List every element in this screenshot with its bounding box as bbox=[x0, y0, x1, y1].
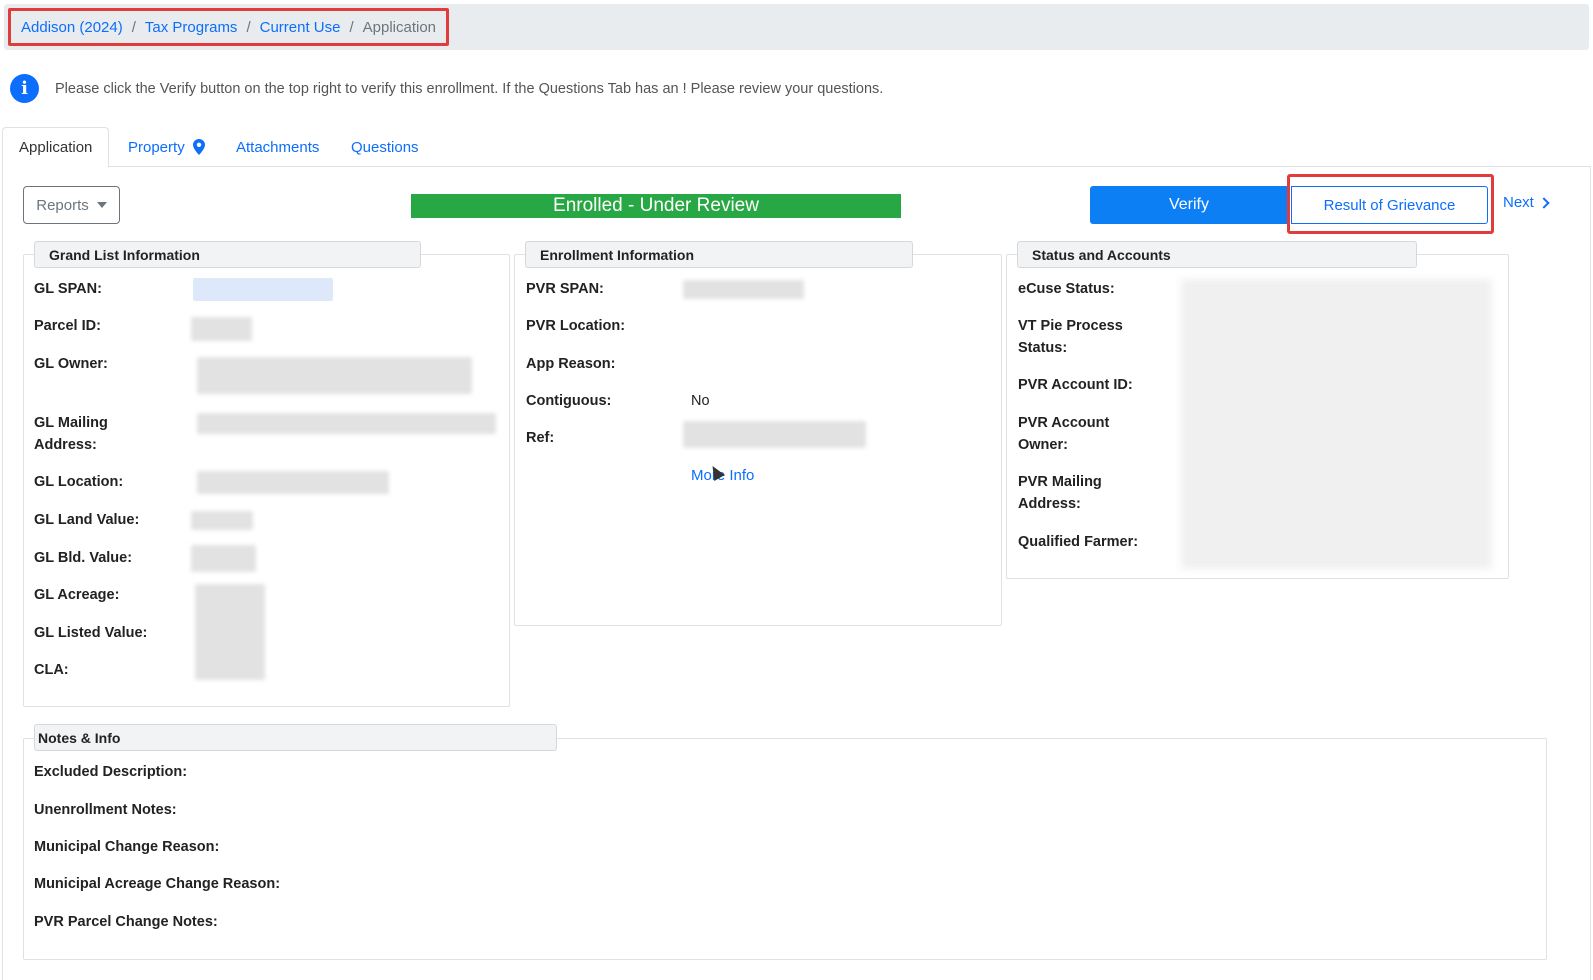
reports-dropdown-button[interactable]: Reports bbox=[23, 186, 120, 224]
ecuse-status-label: eCuse Status: bbox=[1018, 281, 1115, 297]
gl-span-value-redacted bbox=[193, 278, 333, 301]
info-message: Please click the Verify button on the to… bbox=[55, 80, 884, 97]
pvr-span-value-redacted bbox=[683, 280, 804, 299]
gl-acreage-listed-cla-values-redacted bbox=[195, 584, 265, 680]
gl-bld-value-redacted bbox=[191, 545, 256, 572]
tab-property[interactable]: Property bbox=[112, 127, 221, 167]
tab-label: Application bbox=[19, 139, 93, 156]
app-reason-label: App Reason: bbox=[526, 356, 616, 372]
pvr-location-label: PVR Location: bbox=[526, 318, 626, 334]
vt-pie-status-label: VT Pie Process Status: bbox=[1018, 318, 1123, 356]
notes-panel bbox=[23, 738, 1547, 960]
breadcrumb-separator: / bbox=[349, 18, 354, 36]
excluded-description-label: Excluded Description: bbox=[34, 764, 188, 780]
gl-land-value-redacted bbox=[191, 511, 253, 530]
gl-bld-value-label: GL Bld. Value: bbox=[34, 550, 133, 566]
breadcrumb-current: Application bbox=[362, 18, 437, 36]
gl-acreage-label: GL Acreage: bbox=[34, 587, 120, 603]
pvr-span-label: PVR SPAN: bbox=[526, 281, 604, 297]
next-link[interactable]: Next bbox=[1503, 194, 1550, 211]
pvr-account-id-label: PVR Account ID: bbox=[1018, 377, 1133, 393]
map-pin-icon bbox=[192, 139, 205, 155]
gl-location-value-redacted bbox=[197, 471, 389, 494]
contiguous-label: Contiguous: bbox=[526, 393, 612, 409]
contiguous-value: No bbox=[691, 393, 710, 409]
pvr-account-owner-label: PVR Account Owner: bbox=[1018, 415, 1110, 453]
status-values-redacted bbox=[1181, 279, 1492, 569]
enrollment-status-banner: Enrolled - Under Review bbox=[411, 194, 901, 218]
gl-owner-value-redacted bbox=[197, 357, 472, 394]
breadcrumb-separator: / bbox=[246, 18, 251, 36]
gl-listed-value-label: GL Listed Value: bbox=[34, 625, 148, 641]
tab-label: Attachments bbox=[236, 138, 320, 156]
parcel-id-label: Parcel ID: bbox=[34, 318, 101, 334]
breadcrumb-link-town[interactable]: Addison (2024) bbox=[21, 19, 123, 36]
caret-down-icon bbox=[96, 202, 107, 208]
verify-button[interactable]: Verify bbox=[1090, 186, 1288, 224]
pvr-mailing-label: PVR Mailing Address: bbox=[1018, 474, 1102, 512]
gl-mailing-label: GL Mailing Address: bbox=[34, 415, 108, 453]
tab-questions[interactable]: Questions bbox=[335, 127, 435, 167]
cla-label: CLA: bbox=[34, 662, 69, 678]
tab-label: Property bbox=[128, 138, 185, 156]
info-alert: i Please click the Verify button on the … bbox=[10, 74, 883, 103]
municipal-acreage-change-label: Municipal Acreage Change Reason: bbox=[34, 876, 281, 892]
tab-attachments[interactable]: Attachments bbox=[220, 127, 335, 167]
pvr-parcel-change-notes-label: PVR Parcel Change Notes: bbox=[34, 914, 218, 930]
municipal-change-reason-label: Municipal Change Reason: bbox=[34, 839, 220, 855]
gl-land-value-label: GL Land Value: bbox=[34, 512, 140, 528]
chevron-right-icon bbox=[1538, 196, 1550, 209]
tab-label: Questions bbox=[351, 138, 419, 156]
grand-list-title: Grand List Information bbox=[34, 241, 421, 268]
qualified-farmer-label: Qualified Farmer: bbox=[1018, 534, 1139, 550]
notes-title: Notes & Info bbox=[34, 724, 557, 751]
tab-application[interactable]: Application bbox=[2, 127, 110, 168]
breadcrumb: Addison (2024) / Tax Programs / Current … bbox=[8, 8, 450, 46]
breadcrumb-separator: / bbox=[131, 18, 136, 36]
next-label: Next bbox=[1503, 194, 1534, 211]
ref-value-redacted bbox=[683, 421, 866, 448]
breadcrumb-link-current-use[interactable]: Current Use bbox=[260, 19, 341, 36]
gl-mailing-value-redacted bbox=[197, 413, 496, 434]
info-icon: i bbox=[10, 74, 39, 103]
tab-bar: Application Property Attachments Questio… bbox=[2, 127, 1591, 168]
enrollment-title: Enrollment Information bbox=[525, 241, 913, 268]
gl-owner-label: GL Owner: bbox=[34, 356, 108, 372]
result-of-grievance-button[interactable]: Result of Grievance bbox=[1291, 186, 1488, 224]
breadcrumb-link-tax-programs[interactable]: Tax Programs bbox=[145, 19, 238, 36]
status-accounts-title: Status and Accounts bbox=[1017, 241, 1417, 268]
parcel-id-value-redacted bbox=[191, 317, 252, 341]
ref-label: Ref: bbox=[526, 430, 555, 446]
gl-span-label: GL SPAN: bbox=[34, 281, 102, 297]
gl-location-label: GL Location: bbox=[34, 474, 124, 490]
unenrollment-notes-label: Unenrollment Notes: bbox=[34, 802, 177, 818]
reports-label: Reports bbox=[36, 196, 89, 214]
